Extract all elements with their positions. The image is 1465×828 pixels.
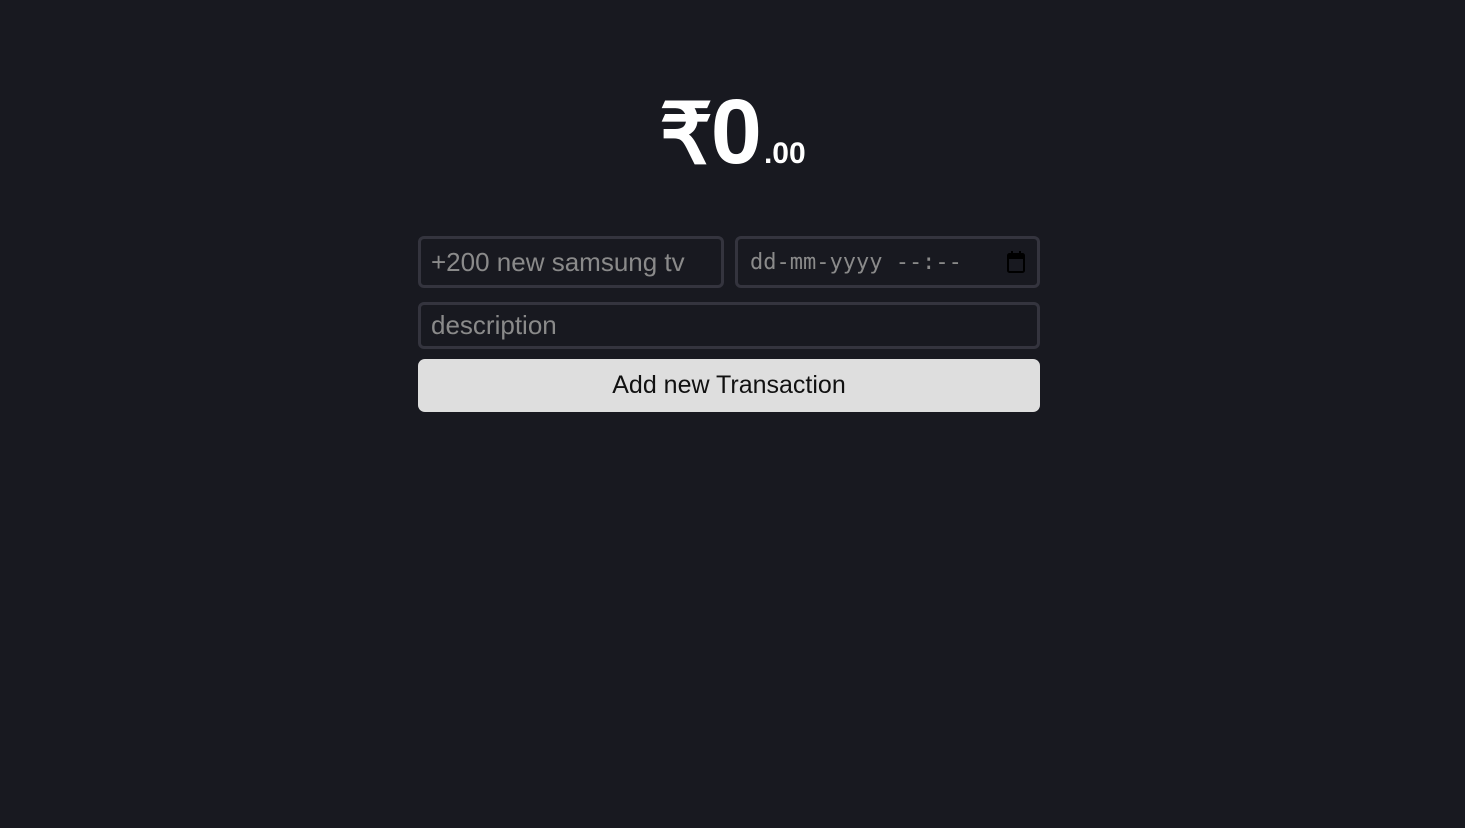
transaction-name-input[interactable] — [418, 236, 724, 288]
datetime-placeholder: dd-mm-yyyy --:-- — [750, 249, 962, 275]
currency-symbol: ₹ — [659, 87, 712, 181]
name-date-row: dd-mm-yyyy --:-- — [418, 236, 1040, 288]
calendar-icon[interactable] — [1007, 251, 1025, 273]
transaction-form: dd-mm-yyyy --:-- Add new Transaction — [418, 236, 1040, 412]
balance-display: ₹0.00 — [0, 86, 1465, 178]
balance-integer: 0 — [710, 81, 762, 183]
description-input[interactable] — [418, 302, 1040, 349]
balance-cents: .00 — [763, 137, 806, 170]
datetime-input[interactable]: dd-mm-yyyy --:-- — [735, 236, 1040, 288]
add-transaction-button[interactable]: Add new Transaction — [418, 359, 1040, 412]
